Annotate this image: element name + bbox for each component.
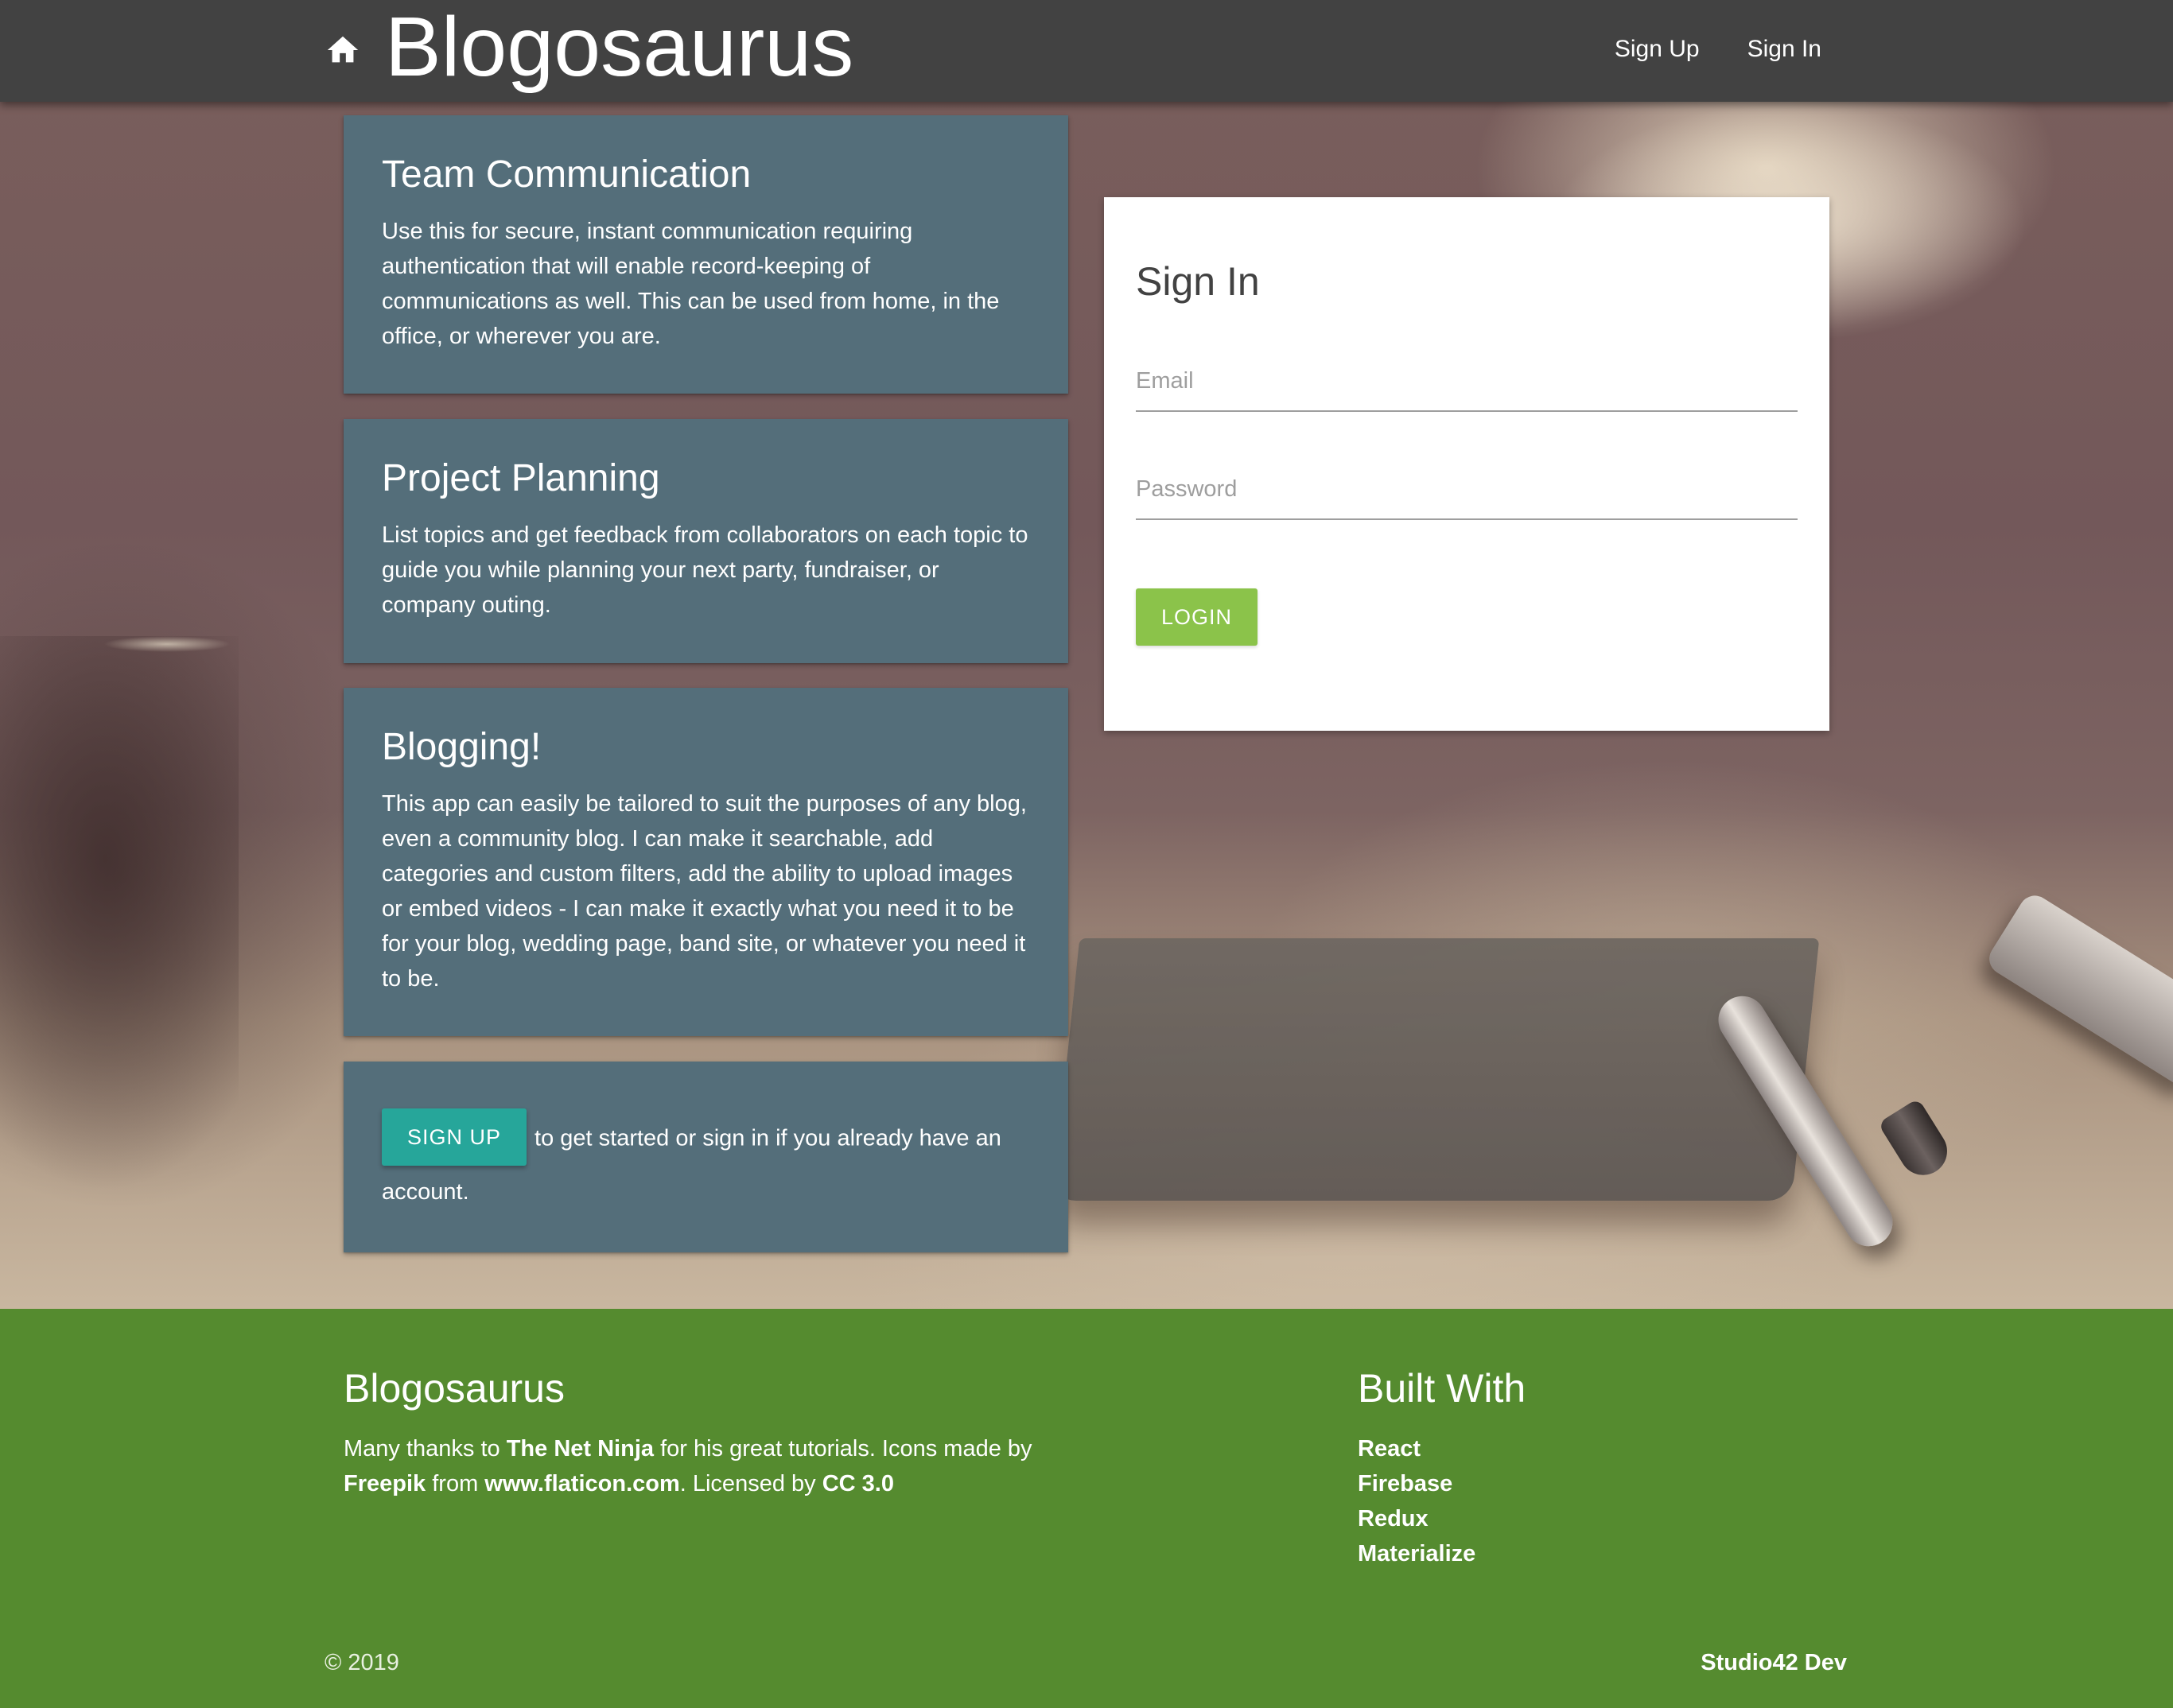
email-input[interactable] (1136, 351, 1798, 412)
flaticon-credit: www.flaticon.com (484, 1471, 680, 1496)
feature-card-team-communication: Team Communication Use this for secure, … (344, 115, 1068, 394)
feature-card-project-planning: Project Planning List topics and get fee… (344, 419, 1068, 663)
background-stapler (1983, 889, 2173, 1091)
copyright-text: © 2019 (325, 1650, 399, 1675)
feature-text: List topics and get feedback from collab… (382, 522, 1028, 618)
feature-title: Team Communication (382, 153, 752, 196)
sign-up-button[interactable]: SIGN UP (382, 1108, 527, 1166)
feature-title: Project Planning (382, 457, 660, 499)
sign-in-form: Sign In LOGIN (1104, 197, 1829, 731)
page-footer: Blogosaurus Many thanks to The Net Ninja… (0, 1309, 2173, 1708)
signup-cta-card: SIGN UP to get started or sign in if you … (344, 1062, 1068, 1252)
about-text-part: from (426, 1471, 485, 1496)
sign-in-title: Sign In (1136, 259, 1260, 304)
footer-about-title: Blogosaurus (344, 1366, 565, 1411)
footer-built-with-section: Built With React Firebase Redux Material… (1358, 1364, 1835, 1571)
license-credit: CC 3.0 (822, 1471, 894, 1496)
built-with-item-redux: Redux (1358, 1506, 1429, 1531)
nav-sign-in-link[interactable]: Sign In (1724, 0, 1845, 99)
email-field-wrapper (1136, 351, 1798, 412)
feature-title: Blogging! (382, 726, 542, 768)
home-icon (327, 36, 359, 63)
footer-about-section: Blogosaurus Many thanks to The Net Ninja… (344, 1364, 1075, 1501)
nav-links: Sign Up Sign In (1591, 0, 1845, 99)
brand-link[interactable]: Blogosaurus (325, 0, 853, 94)
login-button[interactable]: LOGIN (1136, 588, 1258, 646)
password-field-wrapper (1136, 460, 1798, 520)
password-input[interactable] (1136, 460, 1798, 520)
freepik-credit: Freepik (344, 1471, 426, 1496)
feature-text: Use this for secure, instant communicati… (382, 218, 1000, 349)
cta-line: SIGN UP to get started or sign in if you … (382, 1108, 1030, 1216)
brand-title: Blogosaurus (385, 0, 854, 94)
footer-copyright-bar: © 2019 Studio42 Dev (0, 1635, 2173, 1691)
footer-about-text: Many thanks to The Net Ninja for his gre… (344, 1431, 1075, 1501)
top-navbar: Blogosaurus Sign Up Sign In (0, 0, 2173, 102)
hero-background (0, 0, 2173, 1309)
feature-text: This app can easily be tailored to suit … (382, 790, 1027, 992)
background-cup-shadow (0, 636, 239, 1193)
background-pen-tip (1877, 1097, 1957, 1185)
about-text-part: Many thanks to (344, 1436, 507, 1462)
net-ninja-credit: The Net Ninja (506, 1436, 655, 1462)
built-with-item-firebase: Firebase (1358, 1471, 1453, 1496)
built-with-item-react: React (1358, 1436, 1421, 1462)
footer-built-title: Built With (1358, 1366, 1526, 1411)
background-notebook (1052, 938, 1820, 1201)
nav-sign-up-link[interactable]: Sign Up (1591, 0, 1724, 99)
built-with-item-materialize: Materialize (1358, 1541, 1476, 1566)
background-highlight (103, 636, 231, 652)
feature-card-blogging: Blogging! This app can easily be tailore… (344, 688, 1068, 1036)
built-with-list: React Firebase Redux Materialize (1358, 1431, 1835, 1571)
studio-credit-link[interactable]: Studio42 Dev (1701, 1635, 1847, 1691)
about-text-part: . Licensed by (679, 1471, 822, 1496)
about-text-part: for his great tutorials. Icons made by (654, 1436, 1032, 1462)
